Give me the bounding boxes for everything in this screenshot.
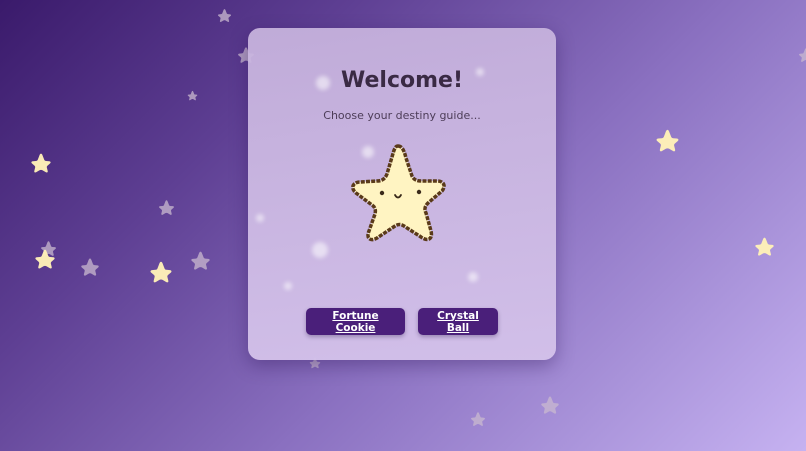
welcome-subtitle: Choose your destiny guide...	[323, 109, 481, 122]
welcome-title: Welcome!	[341, 68, 463, 93]
sparkle	[284, 282, 292, 290]
background-star-icon	[34, 248, 56, 270]
background-star-icon	[470, 411, 486, 427]
background-star-icon	[187, 90, 198, 101]
background-star-icon	[80, 257, 100, 277]
welcome-card: Welcome! Choose your destiny guide... Fo…	[248, 28, 556, 360]
background-star-icon	[30, 152, 52, 174]
background-star-icon	[149, 260, 173, 284]
sparkle	[256, 214, 264, 222]
sparkle	[312, 242, 328, 258]
crystal-ball-button[interactable]: Crystal Ball	[418, 308, 498, 335]
background-star-icon	[798, 47, 806, 63]
background-star-icon	[190, 250, 211, 271]
fortune-cookie-button[interactable]: Fortune Cookie	[306, 308, 405, 335]
background-star-icon	[655, 128, 680, 153]
background-star-icon	[217, 8, 232, 23]
smiling-star-mascot-icon	[342, 136, 454, 248]
background-star-icon	[540, 395, 560, 415]
sparkle	[468, 272, 478, 282]
background-star-icon	[754, 236, 775, 257]
background-star-icon	[158, 199, 175, 216]
